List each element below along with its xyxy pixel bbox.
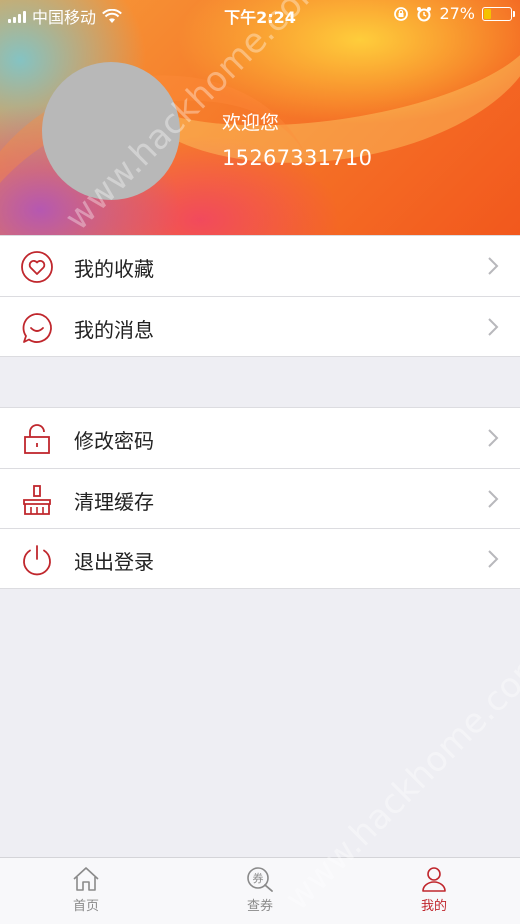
- phone-number: 15267331710: [222, 146, 373, 170]
- menu-item-change-password[interactable]: 修改密码: [0, 408, 520, 468]
- tab-coupon-search[interactable]: 券 查券: [215, 866, 305, 914]
- alarm-icon: [417, 6, 432, 21]
- menu-item-favorites[interactable]: 我的收藏: [0, 236, 520, 296]
- battery-level: [484, 8, 492, 19]
- menu-item-label: 我的消息: [74, 318, 154, 342]
- menu-item-label: 清理缓存: [74, 490, 154, 514]
- tab-label: 查券: [246, 899, 273, 914]
- tab-label: 我的: [420, 899, 447, 914]
- menu-item-label: 修改密码: [74, 429, 154, 453]
- menu-item-logout[interactable]: 退出登录: [0, 528, 520, 588]
- tab-label: 首页: [72, 899, 99, 914]
- heart-icon: [21, 251, 53, 283]
- battery-percent: 27%: [439, 4, 475, 23]
- chevron-right-icon: [488, 490, 499, 508]
- svg-text:券: 券: [253, 871, 264, 885]
- avatar[interactable]: [42, 62, 180, 200]
- menu-item-messages[interactable]: 我的消息: [0, 296, 520, 356]
- chevron-right-icon: [488, 429, 499, 447]
- menu-group-settings: 修改密码 清理缓存 退出登录: [0, 407, 520, 589]
- rotation-lock-icon: [394, 6, 409, 21]
- home-icon: [73, 867, 99, 891]
- tab-home[interactable]: 首页: [41, 866, 131, 914]
- status-bar: 中国移动 下午2:24 27%: [0, 0, 520, 28]
- menu-item-label: 退出登录: [74, 550, 154, 574]
- welcome-text: 欢迎您: [222, 112, 280, 134]
- chevron-right-icon: [488, 318, 499, 336]
- power-icon: [23, 545, 51, 576]
- menu-item-label: 我的收藏: [74, 257, 154, 281]
- chevron-right-icon: [488, 257, 499, 275]
- lock-icon: [24, 424, 50, 454]
- battery-icon: [482, 6, 515, 21]
- broom-icon: [23, 485, 51, 515]
- menu-item-clear-cache[interactable]: 清理缓存: [0, 468, 520, 528]
- message-icon: [22, 313, 52, 343]
- menu-group-favorites: 我的收藏 我的消息: [0, 235, 520, 357]
- tab-mine[interactable]: 我的: [389, 866, 479, 914]
- tab-bar: 首页 券 查券 我的: [0, 857, 520, 924]
- chevron-right-icon: [488, 550, 499, 568]
- user-icon: [422, 867, 446, 892]
- coupon-search-icon: 券: [247, 867, 273, 892]
